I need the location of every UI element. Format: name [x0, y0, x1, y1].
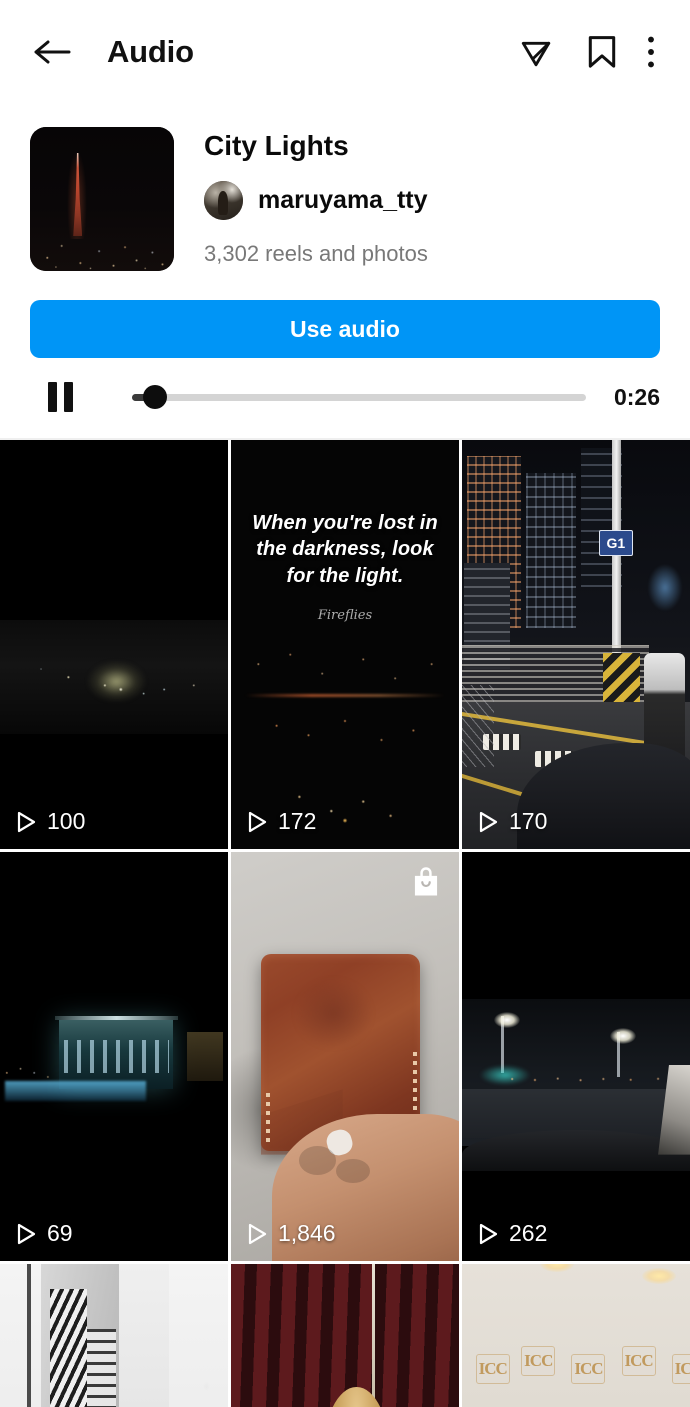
tile-4-image: [0, 852, 228, 1261]
pause-button[interactable]: [48, 382, 82, 412]
tile-7-wall: [118, 1264, 169, 1407]
tile-5-finger-crease-2: [335, 1158, 371, 1184]
back-arrow-icon: [34, 40, 71, 63]
logo-mark: ICC: [571, 1353, 606, 1384]
tile-7-tree: [191, 1264, 228, 1407]
audio-title: City Lights: [204, 130, 349, 161]
pause-icon-bar-right: [64, 382, 73, 412]
audio-player: 0:26: [0, 358, 690, 438]
page-title: Audio: [107, 33, 194, 69]
tile-5-wallet-patina: [294, 978, 373, 1049]
grid-tile-8[interactable]: [231, 1264, 459, 1407]
grid-tile-3[interactable]: G1 170: [462, 440, 690, 849]
tile-1-lights: [0, 440, 228, 849]
tile-6-streetlight-glow-2: [610, 1027, 637, 1044]
tile-2-aerial-lights: [231, 611, 459, 849]
avatar: [204, 180, 243, 220]
bookmark-icon: [588, 35, 616, 68]
tile-2-image: [231, 440, 459, 849]
tile-3-building-b: [525, 472, 576, 629]
pause-icon-bar-left: [48, 382, 57, 412]
tile-8-plant: [390, 1403, 450, 1407]
save-button[interactable]: [576, 26, 628, 78]
audio-author-row[interactable]: maruyama_tty: [204, 180, 664, 220]
tile-6-image: [462, 852, 690, 1261]
tile-2-overlay-signature: Fireflies: [317, 607, 373, 623]
tile-9-logo-repeat: ICCICCICCICCICCICCICCICCICC: [462, 1264, 690, 1407]
grid-tile-4[interactable]: 69: [0, 852, 228, 1261]
tile-8-image: [231, 1264, 459, 1407]
tile-5-finger-crease-1: [299, 1146, 336, 1176]
avatar-figure: [218, 190, 229, 216]
tile-7-image: [0, 1264, 228, 1407]
tile-5-image: [231, 852, 459, 1261]
tile-7-louvers: [50, 1288, 87, 1407]
grid-tile-5[interactable]: 1,846: [231, 852, 459, 1261]
more-options-button[interactable]: [634, 26, 668, 78]
tile-3-cart: [462, 685, 494, 768]
tile-3-light-pole: [612, 440, 622, 678]
audio-info-section: City Lights maruyama_tty 3,302 reels and…: [0, 103, 690, 271]
three-dot-menu-icon: [648, 36, 654, 67]
media-grid: 100 When you're lost in the darkness, lo…: [0, 438, 690, 1407]
grid-tile-7[interactable]: [0, 1264, 228, 1407]
tile-1-image: [0, 440, 228, 849]
audio-usage-count: 3,302 reels and photos: [204, 240, 428, 266]
grid-tile-9[interactable]: ICCICCICCICCICCICCICCICCICC: [462, 1264, 690, 1407]
audio-page: Audio City Lights maruyama_tty 3,302 ree…: [0, 0, 690, 1407]
logo-mark: ICC: [475, 1353, 510, 1384]
shopping-bag-icon: [414, 867, 438, 896]
cover-city-lights: [30, 204, 174, 271]
top-app-bar: Audio: [0, 0, 690, 103]
share-button[interactable]: [510, 26, 562, 78]
share-paper-plane-icon: [521, 41, 551, 66]
tile-6-dashboard: [462, 1130, 690, 1171]
tile-7-street-pole: [27, 1264, 32, 1407]
tile-4-distant-lights: [0, 852, 228, 1261]
audio-metadata: City Lights maruyama_tty 3,302 reels and…: [204, 127, 664, 271]
tile-6-streetlight-glow-1: [493, 1011, 520, 1028]
scrubber-track: [132, 385, 586, 409]
logo-mark: ICC: [521, 1345, 556, 1376]
tile-3-hazard-stripe: [603, 652, 640, 706]
tile-5-stitching-left: [266, 1093, 271, 1147]
logo-mark: ICC: [671, 1353, 690, 1384]
tile-7-balconies: [86, 1329, 117, 1407]
audio-cover-art[interactable]: [30, 127, 174, 271]
tile-3-neon-sign: [646, 562, 684, 612]
audio-duration: 0:26: [613, 383, 660, 410]
grid-tile-2[interactable]: When you're lost in the darkness, look f…: [231, 440, 459, 849]
use-audio-button[interactable]: Use audio: [30, 300, 660, 358]
tile-2-overlay-text: When you're lost in the darkness, look f…: [252, 511, 438, 588]
tile-2-light-streak: [244, 693, 446, 697]
scrubber-thumb[interactable]: [142, 385, 167, 409]
use-audio-container: Use audio: [0, 271, 690, 358]
grid-tile-6[interactable]: 262: [462, 852, 690, 1261]
audio-author-name: maruyama_tty: [258, 185, 428, 214]
tile-8-slatted-ceiling: [231, 1264, 459, 1407]
grid-tile-1[interactable]: 100: [0, 440, 228, 849]
tile-3-g1-sign: G1: [598, 529, 633, 556]
logo-mark: ICC: [621, 1345, 656, 1376]
tile-3-image: G1: [462, 440, 690, 849]
tile-8-lamp-cord: [372, 1264, 376, 1404]
tile-6-city-lights: [462, 1068, 690, 1090]
tile-9-image: ICCICCICCICCICCICCICCICCICC: [462, 1264, 690, 1407]
audio-scrubber[interactable]: [132, 382, 586, 412]
back-button[interactable]: [26, 26, 78, 78]
